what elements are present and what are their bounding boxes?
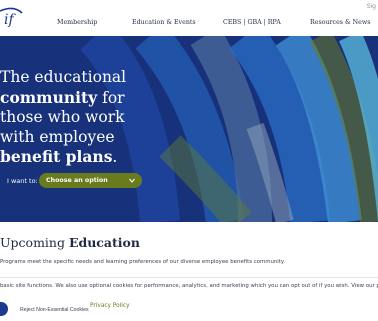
hero-line-2: community for <box>0 88 200 109</box>
nav-cebs-gba-rpa[interactable]: CEBS | GBA | RPA <box>223 19 281 26</box>
i-want-to-label: I want to: <box>7 177 38 185</box>
cookie-text: basic site functions. We also use option… <box>0 283 378 289</box>
hero-line-1: The educational <box>0 68 127 86</box>
cookie-settings-icon[interactable] <box>0 302 8 316</box>
hero-line-3: those who work <box>0 108 125 127</box>
hero-line-2-bold: community <box>0 87 98 107</box>
sign-in-link[interactable]: Sig <box>367 3 376 10</box>
chevron-down-icon <box>129 178 135 183</box>
hero-line-5-rest: . <box>112 148 118 167</box>
upcoming-title-bold: Education <box>68 235 140 250</box>
nav-membership[interactable]: Membership <box>57 19 97 26</box>
hero-line-5-bold: benefit plans <box>0 147 113 167</box>
site-header: if Sig Membership Education & Events CEB… <box>0 0 378 36</box>
hero-heading: The educational community for those who … <box>0 68 200 168</box>
privacy-policy-link[interactable]: Privacy Policy <box>90 303 130 309</box>
hero-line-4: with employee <box>0 127 115 146</box>
main-nav: Membership Education & Events CEBS | GBA… <box>0 19 378 31</box>
hero-line-2-rest: for <box>97 88 125 107</box>
cookie-banner: basic site functions. We also use option… <box>0 277 378 321</box>
upcoming-title-plain: Upcoming <box>0 235 69 250</box>
nav-resources-news[interactable]: Resources & News <box>310 19 371 26</box>
upcoming-description: Programs meet the specific needs and lea… <box>0 259 286 265</box>
nav-education-events[interactable]: Education & Events <box>132 19 196 26</box>
hero-banner: The educational community for those who … <box>0 36 378 222</box>
reject-cookies-button[interactable]: Reject Non-Essential Cookies <box>14 302 89 316</box>
hero-line-5: benefit plans. <box>0 147 200 168</box>
choose-option-value: Choose an option <box>46 177 108 184</box>
upcoming-education-heading: Upcoming Education <box>0 235 140 250</box>
choose-option-select[interactable]: Choose an option <box>39 173 142 188</box>
